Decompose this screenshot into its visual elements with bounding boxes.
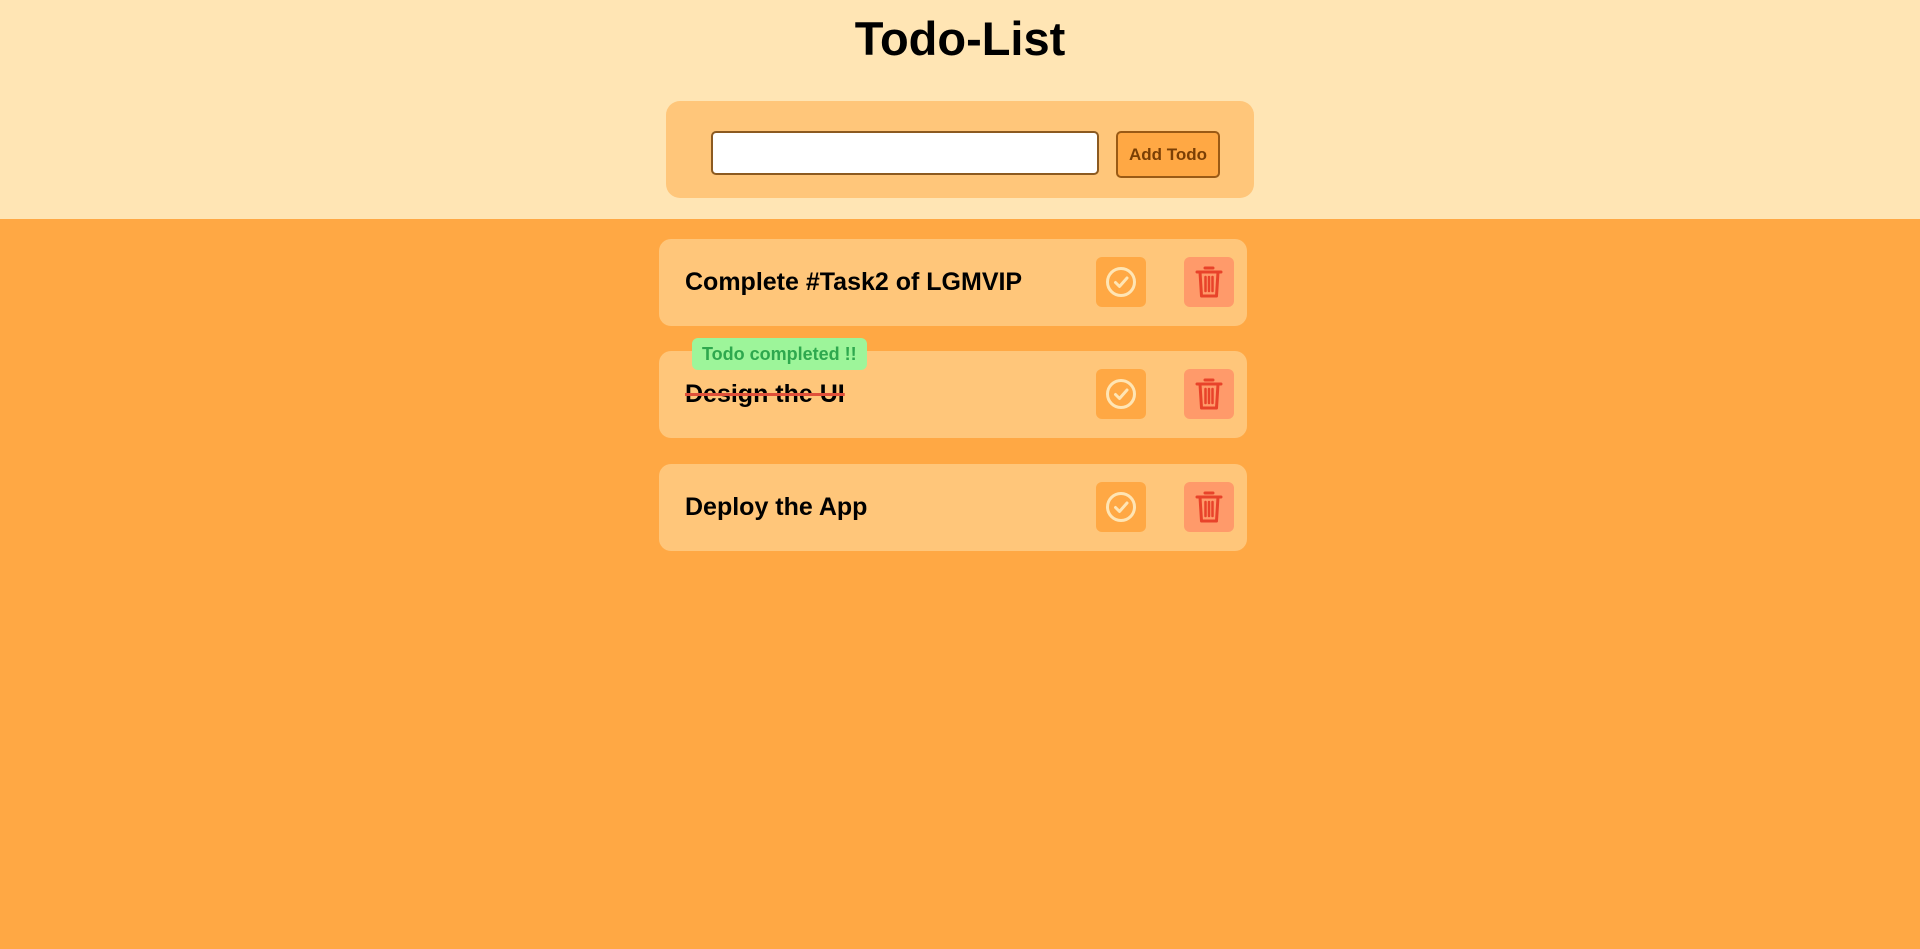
complete-button[interactable] [1096,482,1146,532]
add-todo-form: Add Todo [666,101,1254,198]
header: Todo-List Add Todo [0,0,1920,219]
toast-notification: Todo completed !! [692,338,867,370]
todo-input[interactable] [711,131,1099,175]
complete-button[interactable] [1096,257,1146,307]
todo-item: Complete #Task2 of LGMVIP [659,239,1247,326]
check-circle-icon [1106,267,1136,297]
trash-icon [1195,266,1223,298]
todo-text: Deploy the App [685,493,868,521]
trash-icon [1195,491,1223,523]
check-circle-icon [1106,379,1136,409]
todo-text: Complete #Task2 of LGMVIP [685,268,1023,296]
page-title: Todo-List [854,12,1066,65]
delete-button[interactable] [1184,369,1234,419]
delete-button[interactable] [1184,482,1234,532]
todo-item: Deploy the App [659,464,1247,551]
add-todo-button[interactable]: Add Todo [1116,131,1220,178]
trash-icon [1195,378,1223,410]
check-circle-icon [1106,492,1136,522]
complete-button[interactable] [1096,369,1146,419]
delete-button[interactable] [1184,257,1234,307]
